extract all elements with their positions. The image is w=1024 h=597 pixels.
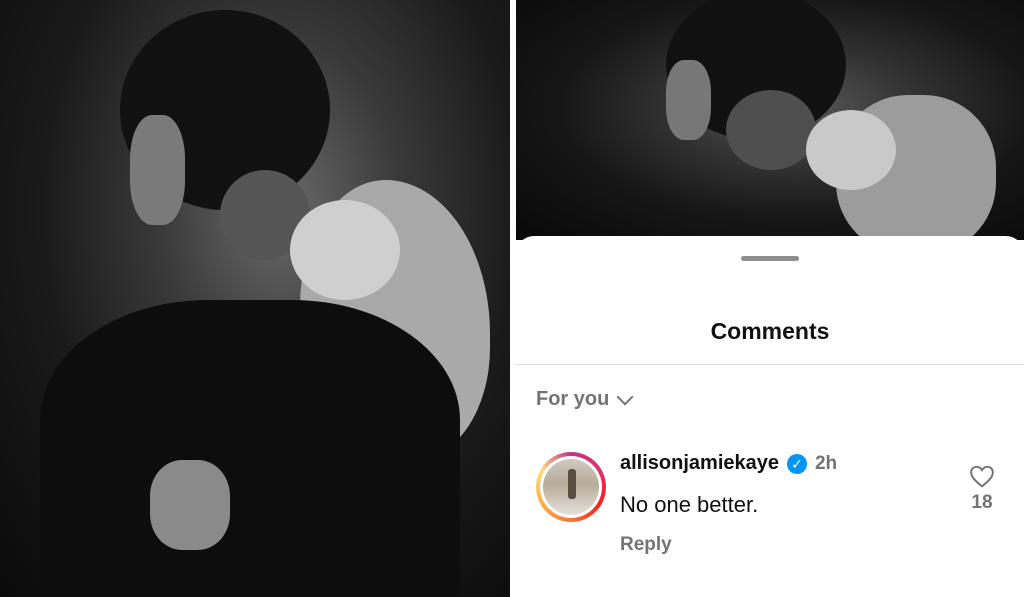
- avatar[interactable]: [536, 452, 606, 522]
- avatar-figure: [568, 469, 576, 499]
- comment-item: allisonjamiekaye ✓ 2h No one better. Rep…: [536, 450, 1016, 560]
- photo-hand-shape-2: [130, 115, 185, 225]
- chevron-down-icon: [616, 388, 634, 405]
- photo-torso-shape: [40, 300, 460, 597]
- like-count: 18: [971, 492, 993, 513]
- drag-handle[interactable]: [741, 256, 799, 261]
- heart-outline-icon: [970, 465, 994, 488]
- post-photo-left: [0, 0, 510, 597]
- photo-face-shape: [726, 90, 816, 170]
- header-divider: [516, 364, 1024, 365]
- comment-timestamp: 2h: [814, 452, 838, 474]
- sheet-title: Comments: [710, 318, 830, 344]
- photo-woman-face-shape: [290, 200, 400, 300]
- photo-hand-shape: [150, 460, 230, 550]
- photo-hand-shape: [666, 60, 711, 140]
- filter-label: For you: [536, 388, 610, 410]
- comment-header: allisonjamiekaye ✓ 2h: [620, 452, 837, 475]
- reply-button[interactable]: Reply: [620, 534, 672, 556]
- comment-filter-dropdown[interactable]: For you: [536, 388, 634, 411]
- avatar-image: [543, 459, 599, 515]
- comments-sheet: Comments For you allisonjamiekaye ✓ 2h N…: [516, 236, 1024, 597]
- avatar-photo: [540, 456, 602, 518]
- comment-username[interactable]: allisonjamiekaye: [620, 452, 779, 475]
- verified-badge-icon: ✓: [786, 453, 807, 474]
- post-photo-right: [516, 0, 1024, 240]
- like-button[interactable]: 18: [962, 464, 1002, 514]
- photo-woman-face-shape: [806, 110, 896, 190]
- comment-text: No one better.: [620, 492, 759, 517]
